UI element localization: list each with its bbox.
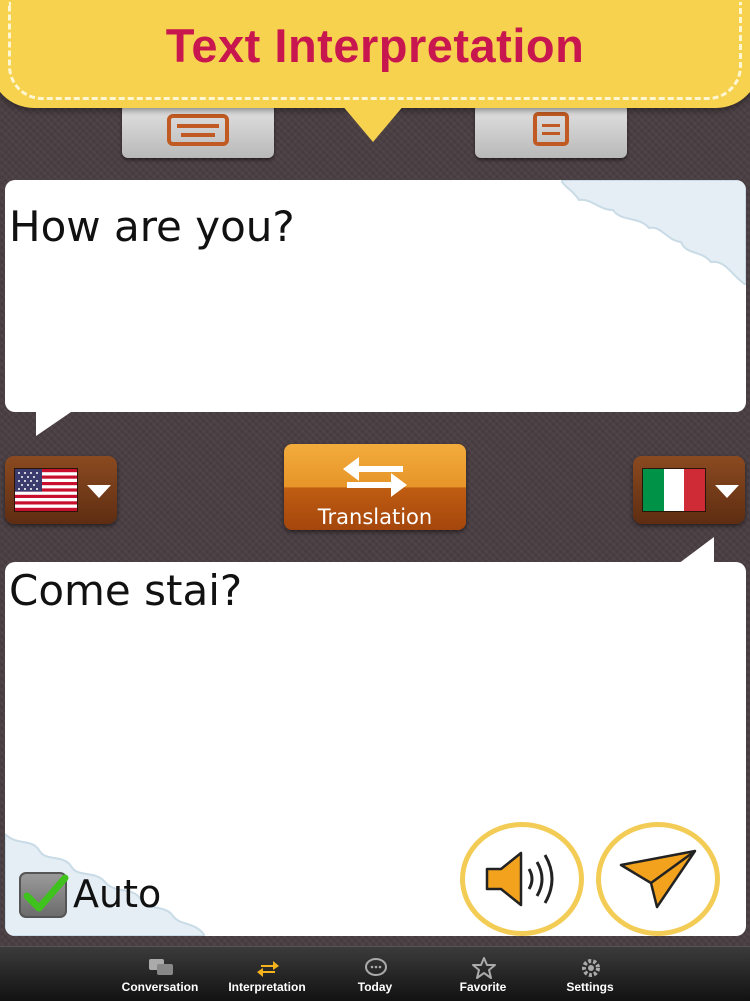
- send-button[interactable]: [596, 822, 720, 936]
- input-text-panel[interactable]: How are you?: [5, 180, 746, 412]
- tab-bar: Conversation Interpretation Today Favori…: [0, 946, 750, 1001]
- clipboard-icon: [533, 112, 569, 146]
- speech-bubble-icon: [365, 958, 387, 976]
- tab-interpretation[interactable]: Interpretation: [217, 947, 317, 1001]
- star-icon: [472, 957, 496, 979]
- checkmark-icon: [23, 874, 69, 912]
- output-text: Come stai?: [9, 566, 243, 615]
- swap-arrows-icon: [343, 457, 407, 497]
- auto-checkbox[interactable]: [19, 872, 69, 918]
- swap-arrows-icon: [257, 961, 279, 977]
- clipboard-input-button[interactable]: [475, 104, 627, 158]
- speak-button[interactable]: [460, 822, 584, 936]
- target-language-selector[interactable]: [633, 456, 745, 524]
- italy-flag-icon: [642, 468, 706, 512]
- cloud-decoration: [561, 180, 746, 285]
- page-title: Text Interpretation: [165, 19, 585, 72]
- tab-settings[interactable]: Settings: [540, 947, 640, 1001]
- us-flag-icon: [14, 468, 78, 512]
- input-panel-tail: [36, 410, 74, 436]
- gear-icon: [582, 959, 600, 977]
- keyboard-input-button[interactable]: [122, 104, 274, 158]
- paper-plane-icon: [619, 849, 697, 909]
- source-language-selector[interactable]: [5, 456, 117, 524]
- chevron-down-icon: [715, 485, 739, 498]
- tab-today[interactable]: Today: [325, 947, 425, 1001]
- chevron-down-icon: [87, 485, 111, 498]
- input-text[interactable]: How are you?: [9, 202, 295, 251]
- banner-pointer: [341, 104, 405, 142]
- chat-bubbles-icon: [149, 959, 173, 975]
- keyboard-icon: [167, 114, 229, 146]
- translate-button-label: Translation: [317, 505, 433, 529]
- tab-favorite[interactable]: Favorite: [433, 947, 533, 1001]
- auto-label: Auto: [73, 872, 162, 916]
- speaker-icon: [485, 851, 554, 907]
- output-panel-tail: [678, 537, 714, 564]
- tab-conversation[interactable]: Conversation: [110, 947, 210, 1001]
- translate-button[interactable]: Translation: [284, 444, 466, 530]
